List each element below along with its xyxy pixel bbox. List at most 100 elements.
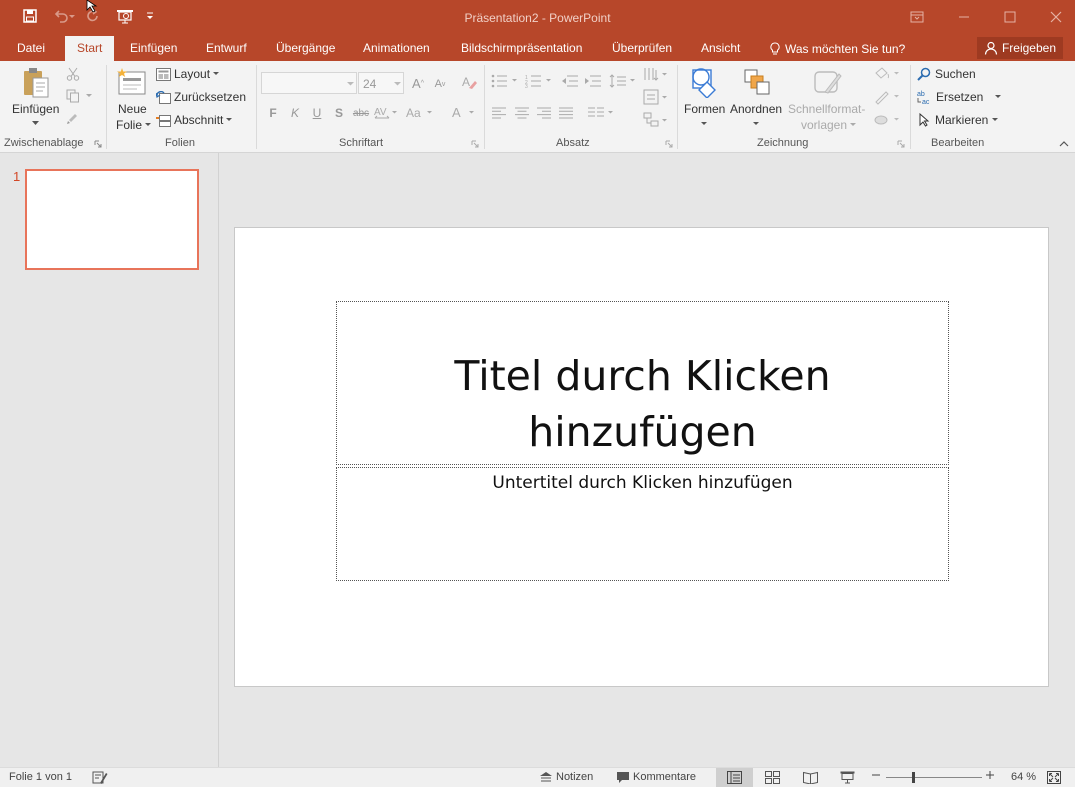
arrange-dropdown-icon[interactable] (752, 120, 760, 128)
underline-button[interactable]: U (310, 104, 324, 122)
ribbon-display-options-icon[interactable] (902, 6, 932, 28)
tab-ueberpruefen[interactable]: Überprüfen (612, 36, 672, 61)
shapes-icon[interactable] (688, 65, 722, 99)
search-icon (917, 67, 931, 81)
quick-styles-label-line1[interactable]: Schnellformat- (788, 102, 865, 116)
align-right-icon[interactable] (535, 104, 553, 122)
shrink-font-icon[interactable]: Av (432, 75, 448, 93)
tell-me-box[interactable]: Was möchten Sie tun? (769, 36, 905, 61)
fit-slide-icon[interactable] (1047, 771, 1061, 784)
paste-label[interactable]: Einfügen (12, 102, 59, 116)
collapse-ribbon-icon[interactable] (1058, 139, 1070, 149)
tab-uebergaenge[interactable]: Übergänge (276, 36, 335, 61)
zoom-slider-thumb[interactable] (912, 772, 915, 783)
select-cursor-icon (917, 113, 931, 127)
font-name-dropdown-icon[interactable] (347, 82, 354, 86)
zoom-level[interactable]: 64 % (1011, 771, 1036, 783)
group-label-zwischenablage: Zwischenablage (4, 137, 84, 149)
group-label-absatz: Absatz (556, 137, 590, 149)
ribbon-tab-bar: Datei Start Einfügen Entwurf Übergänge A… (0, 36, 1075, 61)
tab-animationen[interactable]: Animationen (363, 36, 430, 61)
find-button[interactable]: Suchen (917, 67, 976, 81)
shape-outline-icon[interactable] (872, 88, 902, 106)
paragraph-launcher-icon[interactable] (665, 140, 673, 148)
comments-button[interactable]: Kommentare (617, 771, 696, 783)
drawing-launcher-icon[interactable] (897, 140, 905, 148)
strikethrough-button[interactable]: abc (351, 104, 371, 122)
share-button[interactable]: Freigeben (977, 37, 1063, 59)
zoom-out-button[interactable] (872, 771, 880, 779)
format-painter-icon[interactable] (64, 110, 82, 126)
spelling-check-icon[interactable] (92, 771, 108, 784)
clear-formatting-icon[interactable]: A (460, 73, 478, 91)
shadow-button[interactable]: S (332, 104, 346, 122)
cut-icon[interactable] (64, 66, 82, 82)
paste-dropdown-icon[interactable] (30, 118, 40, 128)
reset-button[interactable]: Zurücksetzen (156, 90, 246, 104)
bold-button[interactable]: F (266, 104, 280, 122)
paste-icon[interactable] (20, 65, 52, 101)
tab-entwurf[interactable]: Entwurf (206, 36, 247, 61)
slide-thumbnail[interactable] (25, 169, 199, 270)
font-size-box[interactable]: 24 (358, 72, 404, 94)
tab-start[interactable]: Start (65, 36, 115, 61)
group-separator (910, 65, 911, 149)
font-launcher-icon[interactable] (471, 140, 479, 148)
font-color-icon[interactable]: A (449, 104, 479, 122)
zoom-slider-track[interactable] (886, 777, 982, 778)
justify-icon[interactable] (557, 104, 575, 122)
subtitle-placeholder[interactable]: Untertitel durch Klicken hinzufügen (336, 467, 949, 581)
align-left-icon[interactable] (490, 104, 508, 122)
arrange-label[interactable]: Anordnen (730, 102, 782, 116)
slideshow-view-icon[interactable] (840, 771, 855, 784)
shapes-label[interactable]: Formen (684, 102, 725, 116)
convert-to-smartart-icon[interactable] (642, 111, 670, 129)
copy-icon[interactable] (64, 88, 82, 104)
increase-indent-icon[interactable] (583, 72, 603, 90)
tab-einfuegen[interactable]: Einfügen (130, 36, 177, 61)
slide-sorter-icon[interactable] (765, 771, 780, 784)
font-size-dropdown-icon[interactable] (394, 82, 401, 86)
normal-view-button[interactable] (716, 768, 753, 787)
font-name-box[interactable] (261, 72, 357, 94)
clipboard-launcher-icon[interactable] (94, 140, 102, 148)
new-slide-dropdown[interactable]: Folie (116, 118, 152, 132)
align-text-icon[interactable] (642, 88, 670, 106)
section-button[interactable]: Abschnitt (156, 113, 233, 127)
text-direction-icon[interactable] (642, 65, 670, 83)
character-spacing-icon[interactable]: AV (373, 104, 399, 122)
new-slide-icon[interactable] (114, 65, 148, 99)
close-icon[interactable] (1041, 6, 1071, 28)
tab-datei[interactable]: Datei (17, 36, 45, 61)
align-center-icon[interactable] (513, 104, 531, 122)
new-slide-label-line1[interactable]: Neue (118, 102, 147, 116)
replace-button[interactable]: ab ac Ersetzen (917, 90, 1002, 104)
shape-fill-icon[interactable] (872, 65, 902, 83)
columns-icon[interactable] (586, 104, 616, 122)
line-spacing-icon[interactable] (608, 72, 638, 90)
minimize-icon[interactable] (949, 6, 979, 28)
change-case-icon[interactable]: Aa (405, 104, 435, 122)
layout-button[interactable]: Layout (156, 67, 220, 81)
layout-label: Layout (174, 67, 211, 81)
quick-styles-icon[interactable] (810, 65, 844, 99)
shapes-dropdown-icon[interactable] (700, 120, 708, 128)
notes-button[interactable]: Notizen (540, 771, 593, 783)
shape-effects-icon[interactable] (872, 111, 902, 129)
slide-canvas[interactable]: Titel durch Klicken hinzufügen Untertite… (234, 227, 1049, 687)
bullets-icon[interactable] (490, 72, 520, 90)
title-placeholder[interactable]: Titel durch Klicken hinzufügen (336, 301, 949, 465)
tab-ansicht[interactable]: Ansicht (701, 36, 740, 61)
quick-styles-dropdown[interactable]: vorlagen (801, 118, 857, 132)
maximize-icon[interactable] (995, 6, 1025, 28)
italic-button[interactable]: K (288, 104, 302, 122)
arrange-icon[interactable] (740, 65, 774, 99)
grow-font-icon[interactable]: A ^ (410, 74, 426, 92)
reading-view-icon[interactable] (803, 771, 818, 784)
select-button[interactable]: Markieren (917, 113, 999, 127)
copy-dropdown-icon[interactable] (84, 92, 94, 100)
tab-bildschirmpraesentation[interactable]: Bildschirmpräsentation (461, 36, 582, 61)
numbering-icon[interactable]: 123 (524, 72, 554, 90)
zoom-in-button[interactable] (986, 771, 994, 779)
decrease-indent-icon[interactable] (560, 72, 580, 90)
